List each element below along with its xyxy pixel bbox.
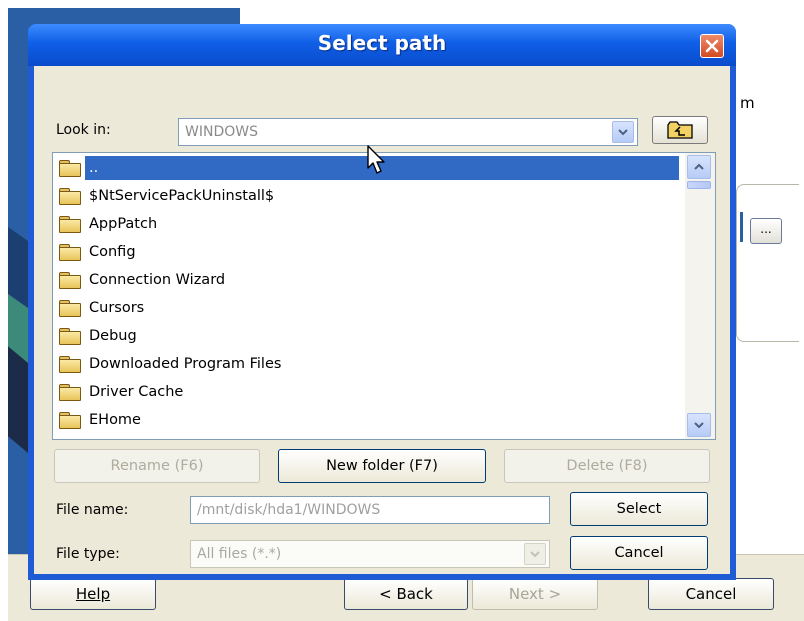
file-type-combo[interactable]: All files (*.*): [190, 540, 550, 568]
folder-icon: [59, 384, 81, 401]
list-item[interactable]: EHome: [55, 407, 679, 433]
list-item[interactable]: $NtServicePackUninstall$: [55, 183, 679, 209]
rename-button[interactable]: Rename (F6): [54, 449, 260, 483]
chevron-down-icon: [618, 129, 628, 136]
folder-name: ..: [89, 160, 99, 176]
folder-name: Debug: [89, 328, 137, 344]
delete-button[interactable]: Delete (F8): [504, 449, 710, 483]
wizard-cancel-button[interactable]: Cancel: [648, 578, 774, 610]
wizard-path-field-edge: [740, 212, 743, 242]
look-in-combo[interactable]: WINDOWS: [178, 118, 638, 146]
look-in-value: WINDOWS: [185, 124, 258, 140]
up-one-level-button[interactable]: [652, 116, 708, 144]
folder-name: Cursors: [89, 300, 145, 316]
new-folder-button-label: New folder (F7): [326, 458, 438, 474]
folder-icon: [59, 216, 81, 233]
look-in-dropdown-button[interactable]: [612, 121, 634, 143]
folder-name: AppPatch: [89, 216, 158, 232]
file-name-value: /mnt/disk/hda1/WINDOWS: [197, 502, 381, 518]
dialog-title-bar[interactable]: Select path: [28, 24, 736, 66]
wizard-browse-button[interactable]: ...: [750, 218, 782, 244]
select-path-dialog: Select path Look in: WINDOWS .. $NtServi…: [28, 24, 736, 580]
help-button-label: Help: [75, 585, 111, 603]
chevron-down-icon: [694, 422, 704, 429]
dialog-body: Look in: WINDOWS .. $NtServicePackUninst…: [34, 66, 730, 574]
folder-icon: [59, 160, 81, 177]
folder-icon: [59, 300, 81, 317]
wizard-cancel-button-label: Cancel: [685, 585, 737, 603]
mouse-cursor-icon: [367, 145, 385, 174]
folder-icon: [59, 356, 81, 373]
file-type-label: File type:: [56, 546, 120, 562]
close-button[interactable]: [700, 34, 724, 58]
file-type-value: All files (*.*): [197, 546, 282, 562]
folder-name: Config: [89, 244, 136, 260]
help-button[interactable]: Help: [30, 578, 156, 610]
next-button[interactable]: Next >: [472, 578, 598, 610]
look-in-label: Look in:: [56, 122, 111, 138]
list-item[interactable]: Driver Cache: [55, 379, 679, 405]
folder-name: Connection Wizard: [89, 272, 226, 288]
list-item[interactable]: Config: [55, 239, 679, 265]
list-item[interactable]: Connection Wizard: [55, 267, 679, 293]
scroll-down-button[interactable]: [687, 413, 711, 437]
chevron-down-icon: [530, 551, 540, 558]
next-button-label: Next >: [508, 585, 562, 603]
new-folder-button[interactable]: New folder (F7): [278, 449, 486, 483]
list-item[interactable]: Debug: [55, 323, 679, 349]
wizard-partial-text: m: [740, 94, 755, 112]
folder-up-icon: [667, 121, 693, 139]
folder-name: Driver Cache: [89, 384, 184, 400]
vertical-scrollbar[interactable]: [685, 153, 715, 439]
folder-name: EHome: [89, 412, 141, 428]
select-button-label: Select: [616, 501, 662, 517]
list-item[interactable]: Downloaded Program Files: [55, 351, 679, 377]
folder-icon: [59, 188, 81, 205]
list-item[interactable]: AppPatch: [55, 211, 679, 237]
file-name-input[interactable]: /mnt/disk/hda1/WINDOWS: [190, 496, 550, 524]
scroll-thumb[interactable]: [687, 181, 711, 189]
file-type-dropdown-button[interactable]: [524, 543, 546, 565]
delete-button-label: Delete (F8): [566, 458, 648, 474]
dialog-cancel-button[interactable]: Cancel: [570, 536, 708, 570]
wizard-group-box: [736, 184, 799, 342]
folder-icon: [59, 272, 81, 289]
list-item[interactable]: Cursors: [55, 295, 679, 321]
back-button[interactable]: < Back: [344, 578, 468, 610]
rename-button-label: Rename (F6): [110, 458, 204, 474]
folder-name: $NtServicePackUninstall$: [89, 188, 275, 204]
folder-icon: [59, 328, 81, 345]
close-icon: [705, 39, 719, 53]
folder-icon: [59, 244, 81, 261]
folder-icon: [59, 412, 81, 429]
folder-list[interactable]: .. $NtServicePackUninstall$ AppPatch Con…: [52, 152, 716, 440]
select-button[interactable]: Select: [570, 492, 708, 526]
dialog-title: Select path: [317, 31, 447, 55]
file-name-label: File name:: [56, 502, 129, 518]
dialog-cancel-button-label: Cancel: [614, 545, 664, 561]
folder-name: Downloaded Program Files: [89, 356, 282, 372]
back-button-label: < Back: [379, 585, 433, 603]
scroll-up-button[interactable]: [687, 155, 711, 179]
chevron-up-icon: [694, 163, 704, 170]
